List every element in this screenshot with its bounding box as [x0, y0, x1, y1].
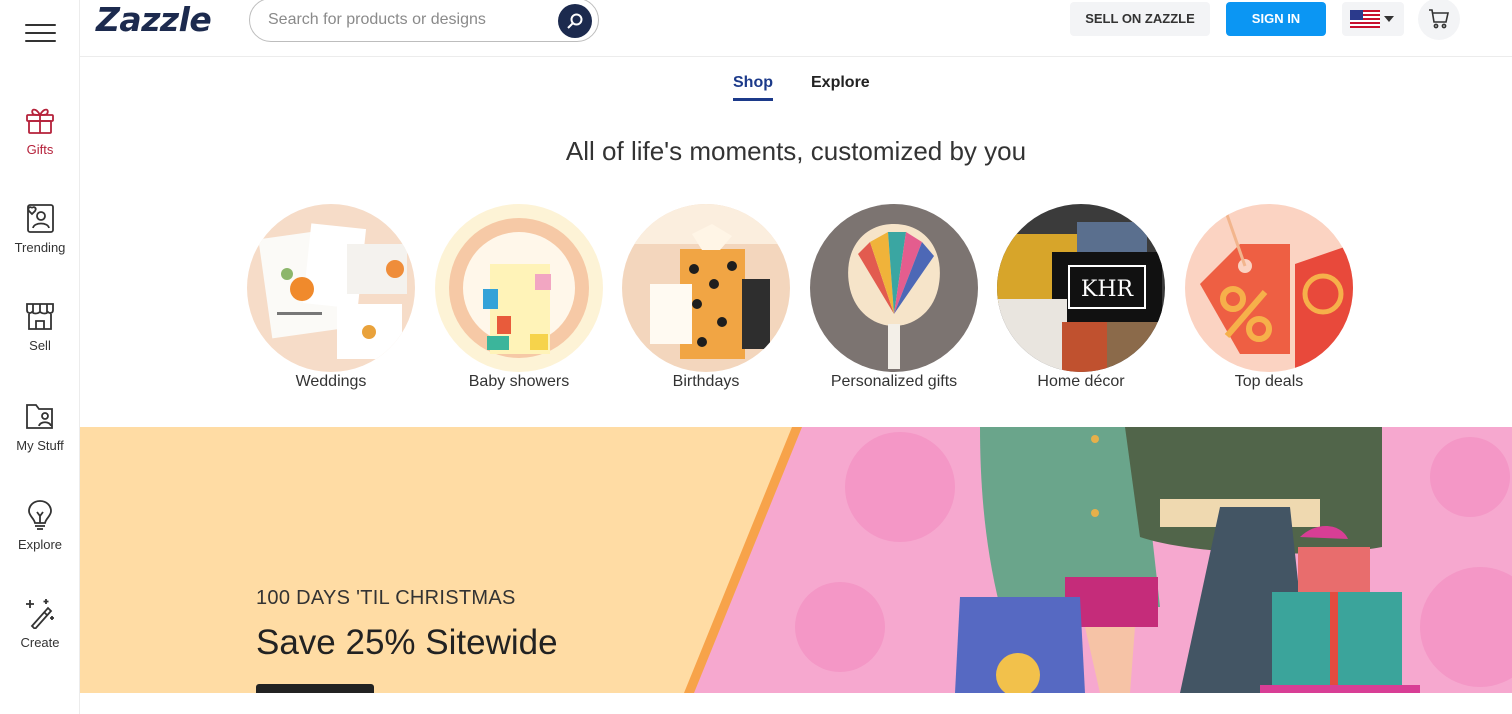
sidebar-item-trending[interactable]: Trending: [0, 202, 80, 255]
sidebar-item-explore[interactable]: Explore: [0, 499, 80, 552]
country-selector[interactable]: [1342, 2, 1404, 36]
sidebar-item-label: My Stuff: [16, 438, 64, 453]
us-flag-icon: [1350, 10, 1380, 28]
gift-icon: [26, 108, 54, 134]
category-label: Baby showers: [468, 373, 570, 390]
search-bar: [249, 0, 599, 42]
sidebar-item-label: Trending: [14, 240, 66, 255]
promo-banner[interactable]: 100 DAYS 'TIL CHRISTMAS Save 25% Sitewid…: [80, 427, 1512, 693]
category-top-deals[interactable]: Top deals: [1185, 204, 1353, 390]
banner-kicker-text: 100 DAYS 'TIL CHRISTMAS: [256, 587, 516, 609]
sidebar-item-gifts[interactable]: Gifts: [0, 104, 80, 157]
sidebar-item-label: Gifts: [26, 142, 54, 157]
category-image-birthdays: [622, 204, 790, 372]
tab-explore[interactable]: Explore: [811, 74, 870, 92]
tab-shop[interactable]: Shop: [733, 74, 773, 101]
cart-icon: [1429, 9, 1449, 29]
page-title: All of life's moments, customized by you: [565, 136, 1027, 166]
menu-icon[interactable]: [25, 24, 56, 44]
sidebar-item-sell[interactable]: Sell: [0, 300, 80, 353]
category-label: Birthdays: [672, 373, 740, 390]
lightbulb-icon: [28, 500, 52, 530]
category-personalized-gifts[interactable]: Personalized gifts: [810, 204, 978, 390]
sidebar-item-label: Create: [20, 635, 60, 650]
search-button[interactable]: [558, 4, 592, 38]
category-weddings[interactable]: Weddings: [247, 204, 415, 390]
category-birthdays[interactable]: Birthdays: [622, 204, 790, 390]
sell-on-zazzle-button[interactable]: SELL ON ZAZZLE: [1070, 2, 1210, 36]
top-header: Zazzle SELL ON ZAZZLE SIGN IN: [80, 0, 1512, 57]
svg-text:KHR: KHR: [1081, 277, 1135, 302]
category-label: Weddings: [295, 373, 367, 390]
category-image-personalized-gifts: [810, 204, 978, 372]
banner-headline: Save 25% Sitewide: [256, 623, 558, 662]
sidebar-item-my-stuff[interactable]: My Stuff: [0, 400, 80, 453]
folder-icon: [26, 404, 53, 429]
store-icon: [26, 303, 54, 330]
sidebar-item-create[interactable]: Create: [0, 597, 80, 650]
search-input[interactable]: [268, 9, 548, 31]
category-label: Personalized gifts: [830, 373, 958, 390]
magic-wand-icon: [26, 599, 54, 629]
trending-icon: [27, 204, 54, 233]
chevron-down-icon: [1384, 16, 1394, 22]
left-sidebar: Gifts Trending Sell My Stuff Explore Cre…: [0, 0, 80, 714]
category-image-home-decor: KHR: [997, 204, 1165, 372]
category-image-weddings: [247, 204, 415, 372]
search-icon: [567, 13, 583, 29]
zazzle-logo[interactable]: Zazzle: [96, 0, 212, 39]
category-image-baby-showers: [435, 204, 603, 372]
cart-button[interactable]: [1418, 0, 1460, 40]
category-label: Top deals: [1234, 373, 1304, 390]
sign-in-button[interactable]: SIGN IN: [1226, 2, 1326, 36]
category-label: Home décor: [1037, 373, 1125, 390]
banner-shop-now-button[interactable]: [256, 684, 374, 693]
sidebar-item-label: Explore: [17, 537, 63, 552]
category-home-decor[interactable]: KHR Home décor: [997, 204, 1165, 390]
category-image-top-deals: [1185, 204, 1353, 372]
category-baby-showers[interactable]: Baby showers: [435, 204, 603, 390]
sidebar-item-label: Sell: [29, 338, 51, 353]
